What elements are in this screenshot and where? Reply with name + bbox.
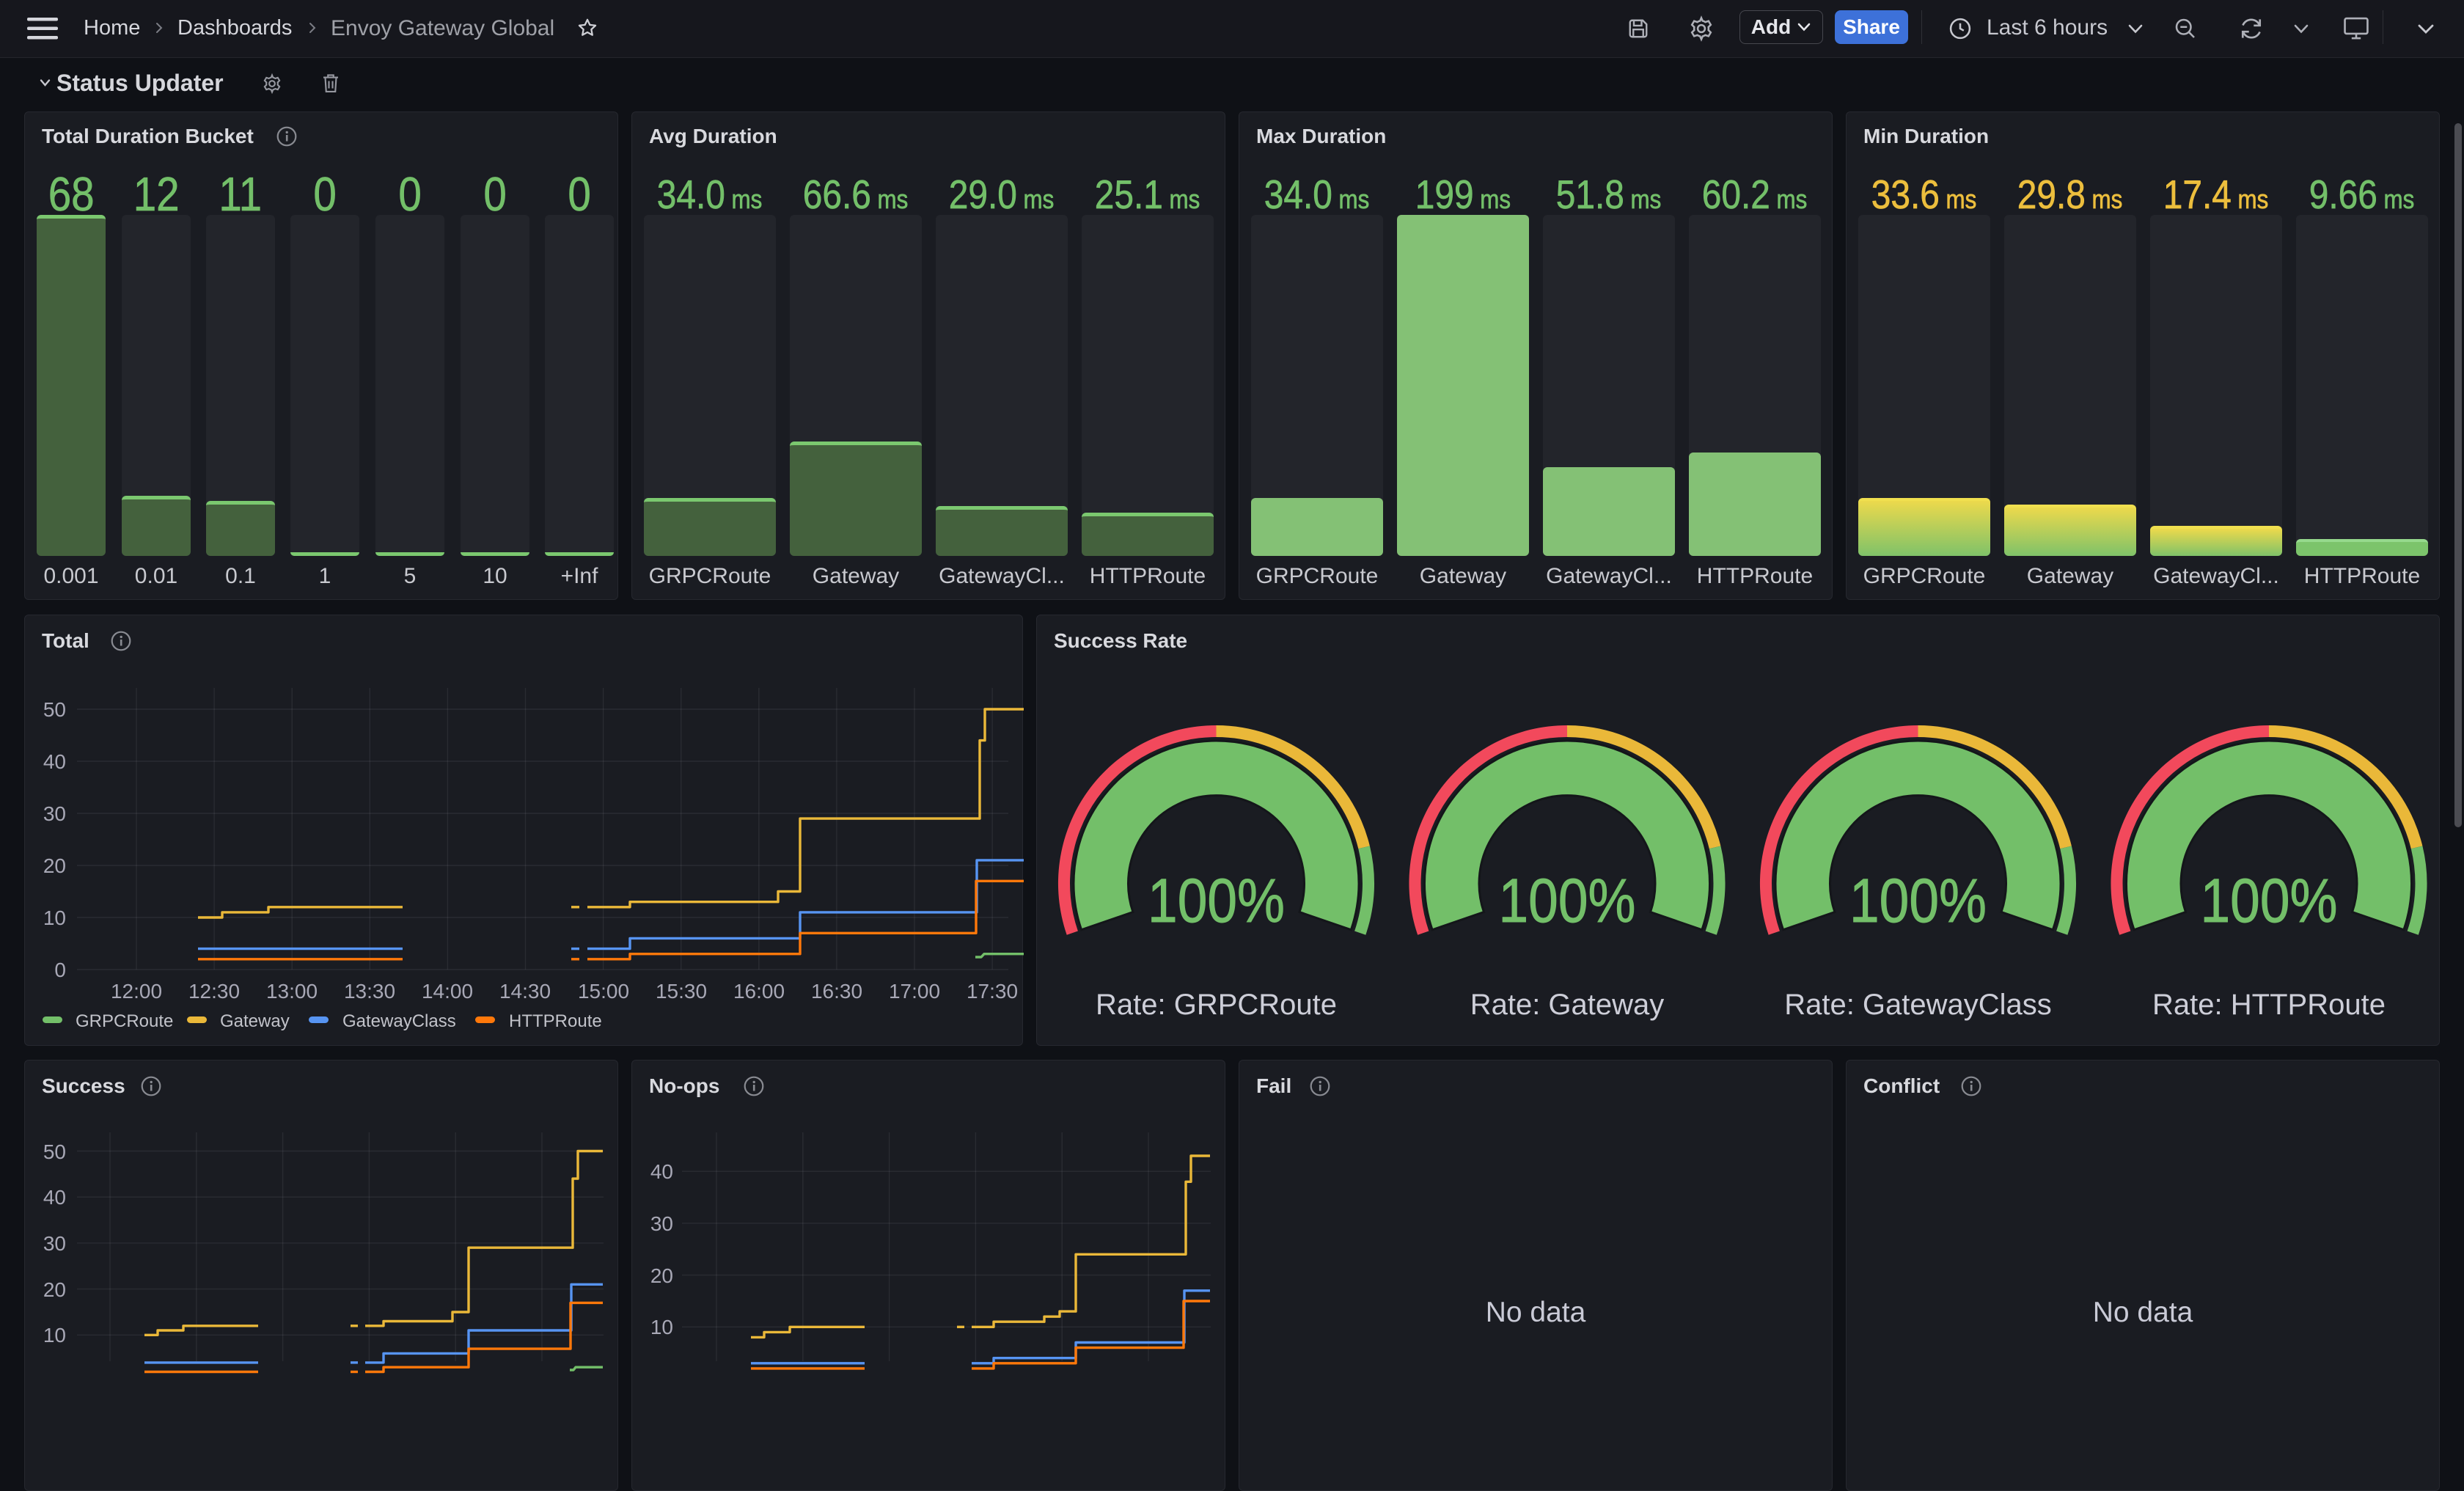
svg-text:20: 20 bbox=[650, 1264, 673, 1287]
svg-text:40: 40 bbox=[650, 1160, 673, 1183]
svg-text:30: 30 bbox=[650, 1212, 673, 1235]
svg-text:10: 10 bbox=[650, 1316, 673, 1338]
